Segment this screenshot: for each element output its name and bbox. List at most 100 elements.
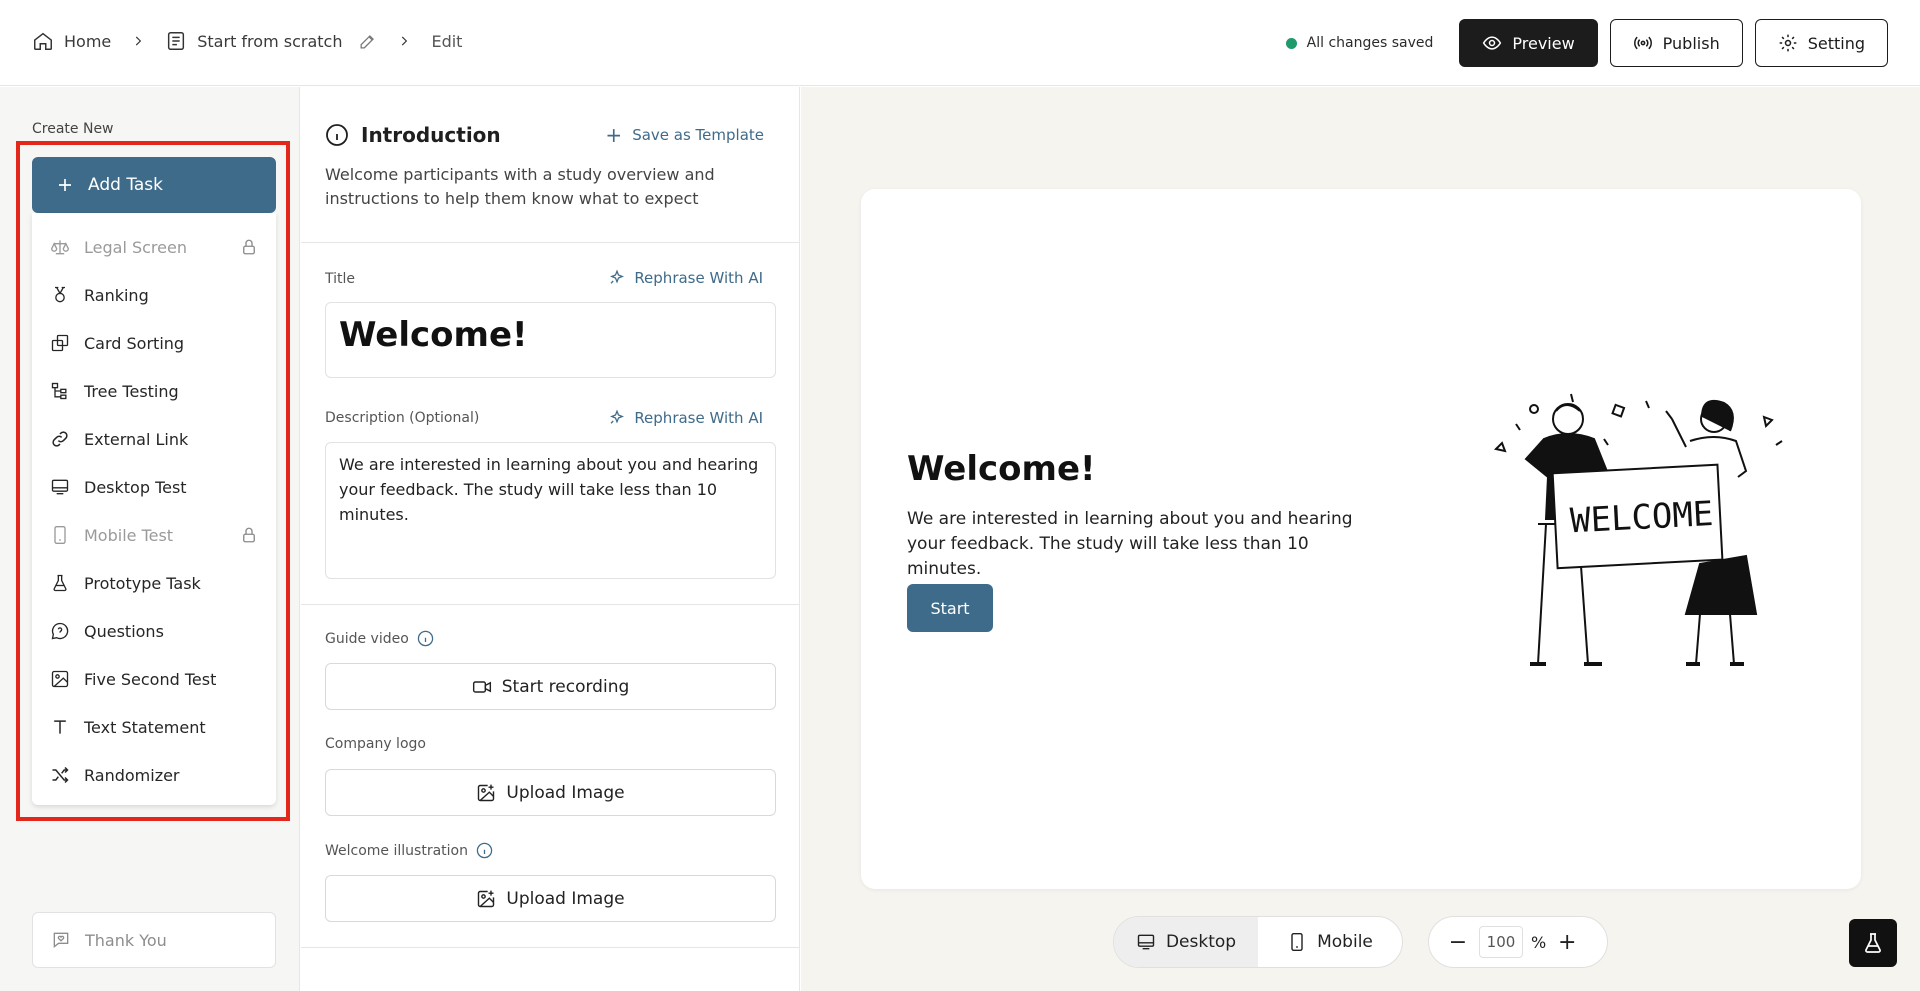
image-plus-icon	[478, 890, 495, 907]
upload-logo-button[interactable]: Upload Image	[325, 769, 776, 816]
rephrase-description-button[interactable]: Rephrase With AI	[608, 409, 763, 427]
desktop-view-label: Desktop	[1165, 932, 1237, 952]
task-tree-testing[interactable]: Tree Testing	[32, 367, 276, 415]
welcome-illustration-label: Welcome illustration	[325, 842, 493, 859]
scale-icon	[50, 237, 70, 257]
header-actions: All changes saved Preview Publish Settin…	[1285, 19, 1888, 67]
breadcrumb-home[interactable]: Home	[32, 30, 111, 52]
task-mobile-test[interactable]: Mobile Test	[32, 511, 276, 559]
save-as-template-button[interactable]: + Save as Template	[605, 123, 764, 147]
sparkle-icon	[610, 409, 625, 424]
editor-panel: Introduction + Save as Template Welcome …	[301, 87, 800, 991]
zoom-out-button[interactable]: −	[1445, 929, 1471, 955]
publish-button-label: Publish	[1662, 33, 1720, 53]
flask-icon	[1865, 933, 1881, 953]
task-label: Prototype Task	[84, 573, 201, 593]
breadcrumb-study-label: Start from scratch	[197, 31, 343, 51]
task-external-link[interactable]: External Link	[32, 415, 276, 463]
task-randomizer[interactable]: Randomizer	[32, 751, 276, 799]
top-bar: Home Start from scratch Edit All changes…	[0, 0, 1920, 86]
guide-video-label: Guide video	[325, 630, 434, 647]
task-card-sorting[interactable]: Card Sorting	[32, 319, 276, 367]
tree-icon	[50, 381, 70, 401]
desktop-view-button[interactable]: Desktop	[1114, 917, 1258, 967]
section-title: Introduction	[325, 123, 501, 147]
setting-button[interactable]: Setting	[1754, 19, 1888, 67]
shuffle-icon	[50, 765, 70, 785]
preview-button-label: Preview	[1512, 33, 1575, 53]
create-new-label: Create New	[32, 121, 114, 137]
mobile-view-button[interactable]: Mobile	[1258, 917, 1402, 967]
breadcrumb-current: Edit	[431, 31, 463, 51]
task-legal-screen[interactable]: Legal Screen	[32, 223, 276, 271]
phone-icon	[1291, 932, 1303, 952]
broadcast-icon	[1633, 36, 1652, 50]
gear-icon	[1779, 34, 1797, 52]
start-recording-label: Start recording	[501, 676, 630, 697]
task-label: Desktop Test	[84, 477, 187, 497]
task-ranking[interactable]: Ranking	[32, 271, 276, 319]
chevron-right-icon	[136, 36, 142, 46]
welcome-illustration: WELCOME	[1494, 393, 1783, 666]
title-input[interactable]: Welcome!	[325, 302, 776, 378]
lock-icon	[243, 239, 255, 255]
task-label: Mobile Test	[84, 525, 174, 545]
divider	[301, 947, 800, 948]
section-description: Welcome participants with a study overvi…	[325, 165, 715, 208]
save-status: All changes saved	[1285, 35, 1433, 51]
medal-icon	[50, 285, 70, 305]
image-plus-icon	[478, 784, 495, 801]
save-as-template-label: Save as Template	[632, 126, 764, 144]
company-logo-label: Company logo	[325, 736, 426, 752]
preview-canvas: Welcome! We are interested in learning a…	[801, 87, 1920, 991]
status-dot	[1285, 37, 1297, 49]
task-prototype-task[interactable]: Prototype Task	[32, 559, 276, 607]
cards-icon	[50, 333, 70, 353]
thank-you-item[interactable]: Thank You	[32, 912, 276, 968]
add-task-label: Add Task	[88, 175, 164, 195]
mobile-view-label: Mobile	[1317, 932, 1373, 952]
start-recording-button[interactable]: Start recording	[325, 663, 776, 710]
edit-pencil-icon[interactable]	[358, 32, 377, 51]
rephrase-label: Rephrase With AI	[634, 409, 763, 427]
breadcrumb-home-label: Home	[64, 31, 112, 51]
rephrase-label: Rephrase With AI	[634, 269, 763, 287]
heart-chat-icon	[53, 932, 69, 949]
task-desktop-test[interactable]: Desktop Test	[32, 463, 276, 511]
upload-illustration-button[interactable]: Upload Image	[325, 875, 776, 922]
lab-button[interactable]	[1849, 919, 1897, 967]
document-icon	[168, 32, 185, 50]
task-five-second-test[interactable]: Five Second Test	[32, 655, 276, 703]
breadcrumb-study[interactable]: Start from scratch	[165, 30, 377, 52]
task-menu: Legal Screen Ranking Card Sorting Tree T…	[32, 213, 276, 805]
add-task-button[interactable]: Add Task	[32, 157, 276, 213]
info-icon	[326, 124, 348, 146]
info-icon[interactable]	[417, 630, 434, 647]
eye-icon	[1483, 36, 1502, 50]
upload-image-label: Upload Image	[506, 888, 625, 909]
preview-start-button[interactable]: Start	[907, 584, 993, 632]
task-text-statement[interactable]: Text Statement	[32, 703, 276, 751]
task-questions[interactable]: Questions	[32, 607, 276, 655]
sign-text: WELCOME	[1569, 494, 1714, 541]
zoom-input[interactable]: 100	[1479, 926, 1523, 958]
zoom-in-button[interactable]: +	[1554, 929, 1580, 955]
task-label: Text Statement	[84, 717, 206, 737]
divider	[301, 604, 800, 605]
setting-button-label: Setting	[1807, 33, 1865, 53]
plus-icon	[59, 179, 71, 191]
preview-button[interactable]: Preview	[1459, 19, 1598, 67]
title-label: Title	[325, 271, 356, 287]
plus-icon: +	[605, 123, 623, 147]
upload-image-label: Upload Image	[506, 782, 625, 803]
description-input[interactable]: We are interested in learning about you …	[325, 442, 776, 579]
task-label: Card Sorting	[84, 333, 185, 353]
publish-button[interactable]: Publish	[1609, 19, 1743, 67]
link-icon	[50, 429, 70, 449]
device-toggle: Desktop Mobile	[1113, 916, 1403, 968]
intro-section: Introduction + Save as Template Welcome …	[301, 87, 800, 243]
rephrase-title-button[interactable]: Rephrase With AI	[608, 269, 763, 287]
image-icon	[50, 669, 70, 689]
text-icon	[50, 717, 70, 737]
info-icon[interactable]	[476, 842, 493, 859]
